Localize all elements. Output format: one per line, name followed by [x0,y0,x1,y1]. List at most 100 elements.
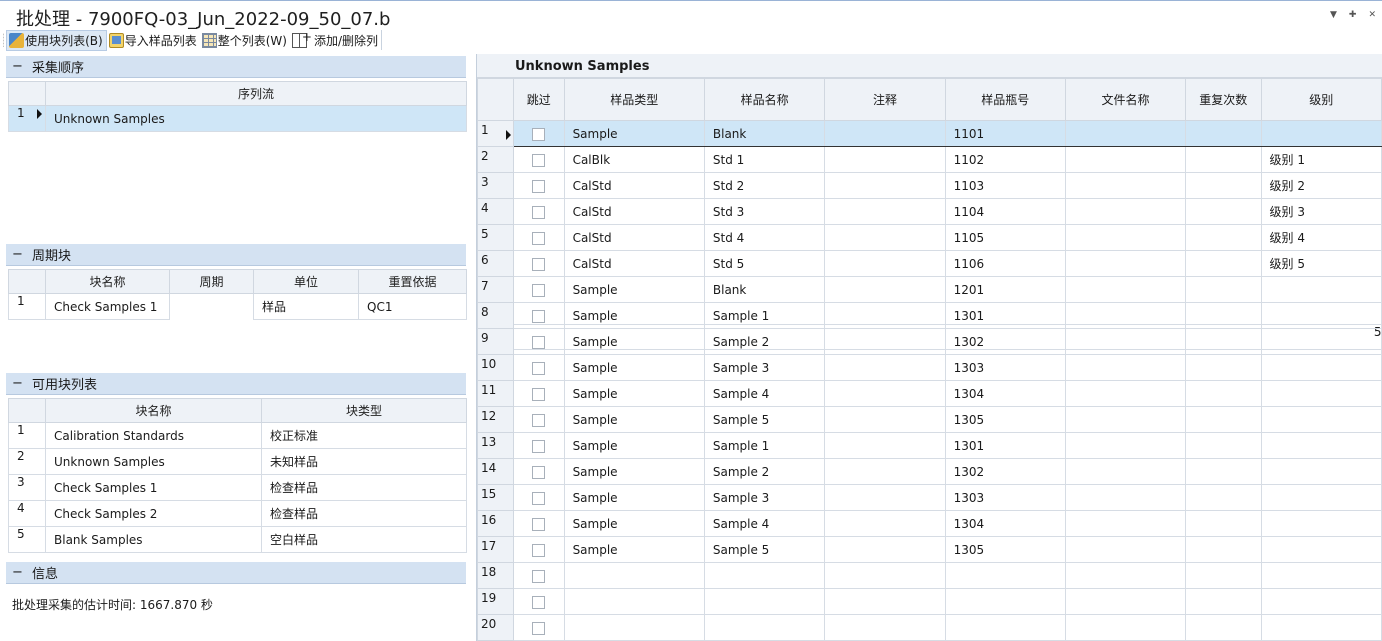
sample-type-cell[interactable]: CalStd [563,172,705,199]
import-sample-list-button[interactable]: 导入样品列表 [107,31,200,50]
row-number[interactable]: 4 [477,198,514,225]
comment-cell[interactable] [824,224,946,251]
repetitions-cell[interactable] [1185,406,1262,433]
level-cell[interactable] [1260,588,1382,615]
table-row[interactable]: 9 Sample Sample 2 1302 [477,328,1382,355]
collapse-icon[interactable]: − [12,247,26,262]
repetitions-cell[interactable] [1185,536,1262,563]
level-cell[interactable] [1260,406,1382,433]
level-cell[interactable] [1260,380,1382,407]
table-row[interactable]: 13 Sample Sample 1 1301 [477,432,1382,459]
repetitions-cell[interactable] [1185,432,1262,459]
skip-cell[interactable] [512,224,565,251]
column-header-repetitions[interactable]: 重复次数 [1185,78,1262,121]
sample-type-cell[interactable]: Sample [563,120,705,147]
skip-checkbox[interactable] [532,595,546,609]
vial-cell[interactable]: 1103 [944,172,1066,199]
table-row[interactable]: 18 [477,562,1382,589]
repetitions-cell[interactable] [1185,224,1262,251]
column-header-reset-basis[interactable]: 重置依据 [358,269,467,294]
column-header-unit[interactable]: 单位 [253,269,359,294]
vial-cell[interactable]: 1301 [944,302,1066,329]
level-cell[interactable] [1260,536,1382,563]
sample-type-cell[interactable]: Sample [563,380,705,407]
sample-type-cell[interactable]: Sample [563,484,705,511]
block-type-cell[interactable]: 校正标准 [261,422,467,449]
comment-cell[interactable] [824,562,946,589]
comment-cell[interactable] [824,120,946,147]
skip-checkbox[interactable] [532,127,546,141]
comment-cell[interactable] [824,484,946,511]
row-number[interactable]: 20 [477,614,514,641]
row-number[interactable]: 8 [477,302,514,329]
skip-checkbox[interactable] [532,205,546,219]
skip-cell[interactable] [512,302,565,329]
skip-cell[interactable] [512,198,565,225]
file-name-cell[interactable] [1064,276,1187,303]
row-number[interactable]: 12 [477,406,514,433]
comment-cell[interactable] [824,510,946,537]
skip-checkbox[interactable] [532,283,546,297]
row-number[interactable]: 6 [477,250,514,277]
repetitions-cell[interactable] [1185,328,1262,355]
sample-type-cell[interactable] [563,588,705,615]
row-number[interactable]: 3 [477,172,514,199]
comment-cell[interactable] [824,146,946,173]
skip-checkbox[interactable] [532,621,546,635]
skip-cell[interactable] [512,328,565,355]
skip-checkbox[interactable] [532,569,546,583]
sample-name-cell[interactable]: Sample 1 [703,432,826,459]
table-row[interactable]: 14 Sample Sample 2 1302 [477,458,1382,485]
table-row[interactable]: 7 Sample Blank 1201 [477,276,1382,303]
vial-cell[interactable]: 1303 [944,354,1066,381]
column-header-vial[interactable]: 样品瓶号 [944,78,1066,121]
block-name-cell[interactable]: Check Samples 1 [45,474,262,501]
repetitions-cell[interactable] [1185,120,1262,147]
dropdown-icon[interactable]: ▼ [1330,10,1337,20]
sample-type-cell[interactable]: Sample [563,536,705,563]
table-row[interactable]: 1 Calibration Standards 校正标准 [8,422,467,449]
level-cell[interactable] [1260,484,1382,511]
skip-cell[interactable] [512,406,565,433]
table-row[interactable]: 1 Unknown Samples [8,105,467,132]
vial-cell[interactable]: 1105 [944,224,1066,251]
skip-checkbox[interactable] [532,439,546,453]
file-name-cell[interactable] [1064,432,1187,459]
table-row[interactable]: 5 Blank Samples 空白样品 [8,526,467,553]
sample-name-cell[interactable]: Sample 2 [703,458,826,485]
collapse-icon[interactable]: − [12,376,26,391]
vial-cell[interactable] [944,562,1066,589]
info-header[interactable]: − 信息 [6,562,466,584]
column-header-skip[interactable]: 跳过 [512,78,565,121]
skip-checkbox[interactable] [532,413,546,427]
vial-cell[interactable]: 1305 [944,536,1066,563]
level-cell[interactable]: 级别 4 [1260,224,1382,251]
row-number[interactable]: 7 [477,276,514,303]
level-cell[interactable] [1260,354,1382,381]
sample-name-cell[interactable]: Std 1 [703,146,826,173]
level-cell[interactable] [1260,302,1382,329]
sample-name-cell[interactable]: Blank [703,120,826,147]
repetitions-cell[interactable] [1185,302,1262,329]
row-number[interactable]: 1 [8,422,46,449]
level-cell[interactable] [1260,328,1382,355]
row-number[interactable]: 19 [477,588,514,615]
row-number[interactable]: 9 [477,328,514,355]
vial-cell[interactable]: 1305 [944,406,1066,433]
sample-name-cell[interactable]: Sample 1 [703,302,826,329]
block-name-cell[interactable]: Calibration Standards [45,422,262,449]
sample-name-cell[interactable] [703,588,826,615]
row-number[interactable]: 1 [8,105,46,132]
level-cell[interactable] [1260,614,1382,641]
table-row[interactable]: 5 CalStd Std 4 1105 级别 4 [477,224,1382,251]
file-name-cell[interactable] [1064,172,1187,199]
comment-cell[interactable] [824,406,946,433]
row-number[interactable]: 15 [477,484,514,511]
row-number[interactable]: 16 [477,510,514,537]
row-number[interactable]: 2 [477,146,514,173]
skip-checkbox[interactable] [532,231,546,245]
collapse-icon[interactable]: − [12,565,26,580]
row-number[interactable]: 1 [477,120,514,147]
level-cell[interactable]: 级别 3 [1260,198,1382,225]
comment-cell[interactable] [824,276,946,303]
